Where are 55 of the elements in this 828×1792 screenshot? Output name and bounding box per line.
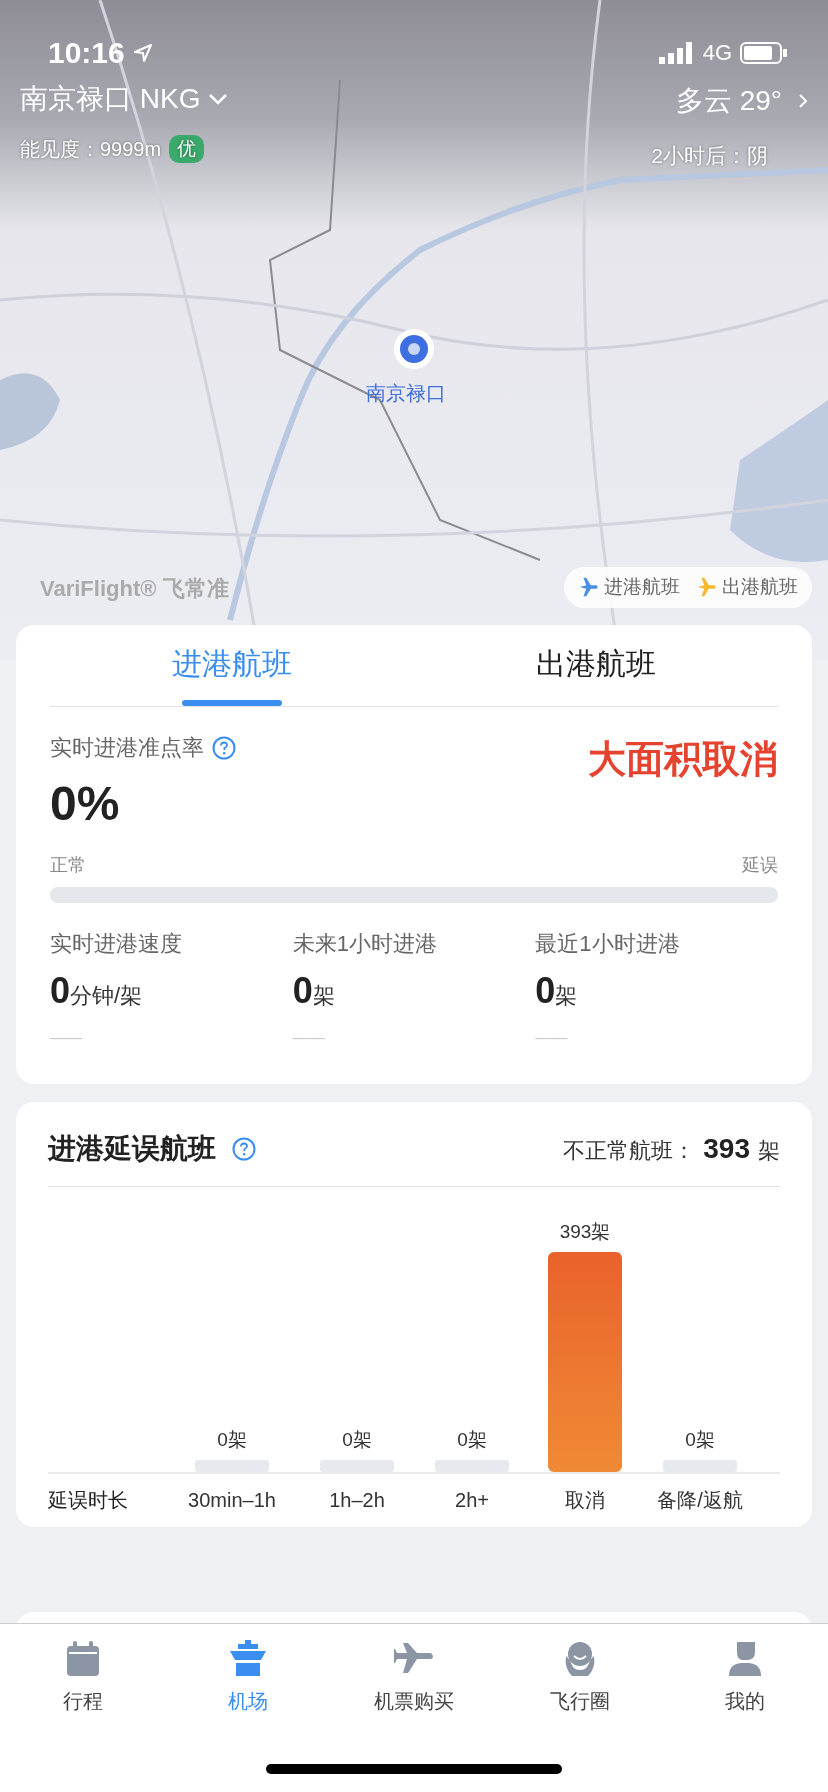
stat-trend: —— <box>535 1028 569 1048</box>
stat-label: 实时进港速度 <box>50 930 183 958</box>
alert-text: 大面积取消 <box>588 737 778 782</box>
legend-label: 出港航班 <box>722 575 798 599</box>
stat-unit: 架 <box>312 982 335 1010</box>
stat-unit: 架 <box>555 982 578 1010</box>
bar-right-label: 延误 <box>742 854 778 877</box>
location-pin-icon <box>394 329 434 369</box>
category-label: 1h–2h <box>329 1489 385 1511</box>
category-label: 备降/返航 <box>657 1489 743 1511</box>
visibility-text: 能见度：9999m <box>20 137 162 162</box>
stat-value: 0 <box>535 969 556 1013</box>
chevron-right-icon[interactable] <box>798 93 808 109</box>
tab-bar-item[interactable]: 我的 <box>662 1624 828 1792</box>
stat-value: 0 <box>292 969 313 1013</box>
category-label: 2h+ <box>455 1489 489 1511</box>
value-label: 0架 <box>457 1429 487 1450</box>
help-icon[interactable] <box>232 1137 256 1161</box>
tab-bar-item[interactable]: 飞行圈 <box>496 1624 663 1792</box>
value-label: 0架 <box>342 1429 372 1450</box>
stat-value: 0 <box>50 969 71 1013</box>
stat-trend: —— <box>292 1028 326 1048</box>
stat-unit: 分钟/架 <box>70 983 143 1010</box>
summary-label: 不正常航班： <box>563 1137 696 1165</box>
signal-icon <box>658 41 695 64</box>
legend-label: 进港航班 <box>604 575 680 599</box>
flight-tab[interactable]: 出港航班 <box>536 625 656 706</box>
axis-label: 延误时长 <box>48 1489 128 1511</box>
chevron-down-icon <box>208 93 229 105</box>
summary-unit: 架 <box>758 1137 780 1165</box>
weather-text: 多云 29° <box>675 84 782 118</box>
punctuality-label: 实时进港准点率 <box>50 734 204 762</box>
summary-value: 393 <box>703 1132 750 1166</box>
stat-trend: —— <box>50 1028 83 1048</box>
value-label: 0架 <box>217 1429 247 1450</box>
bar-left-label: 正常 <box>50 854 86 877</box>
tab-bar-item[interactable]: 机票购买 <box>331 1624 497 1792</box>
status-time: 10:16 <box>48 35 125 71</box>
forecast-text: 2小时后：阴 <box>651 143 768 169</box>
stat-label: 未来1小时进港 <box>292 930 438 958</box>
network-label: 4G <box>702 39 732 67</box>
help-icon[interactable] <box>212 735 236 760</box>
brand-logo: VariFlight® 飞常准 <box>40 575 229 603</box>
category-label: 取消 <box>565 1489 605 1511</box>
value-label: 0架 <box>685 1429 715 1450</box>
punctuality-value: 0% <box>50 780 121 828</box>
location-arrow-icon <box>132 42 153 63</box>
airport-pin-label: 南京禄口 <box>366 381 446 406</box>
value-label: 393架 <box>559 1221 611 1242</box>
section-title: 进港延误航班 <box>48 1132 216 1166</box>
control-tower-icon <box>228 1638 269 1678</box>
battery-icon <box>740 41 788 64</box>
stat-label: 最近1小时进港 <box>535 930 681 958</box>
category-label: 30min–1h <box>188 1489 276 1511</box>
tab-bar-item[interactable]: 行程 <box>0 1624 166 1792</box>
